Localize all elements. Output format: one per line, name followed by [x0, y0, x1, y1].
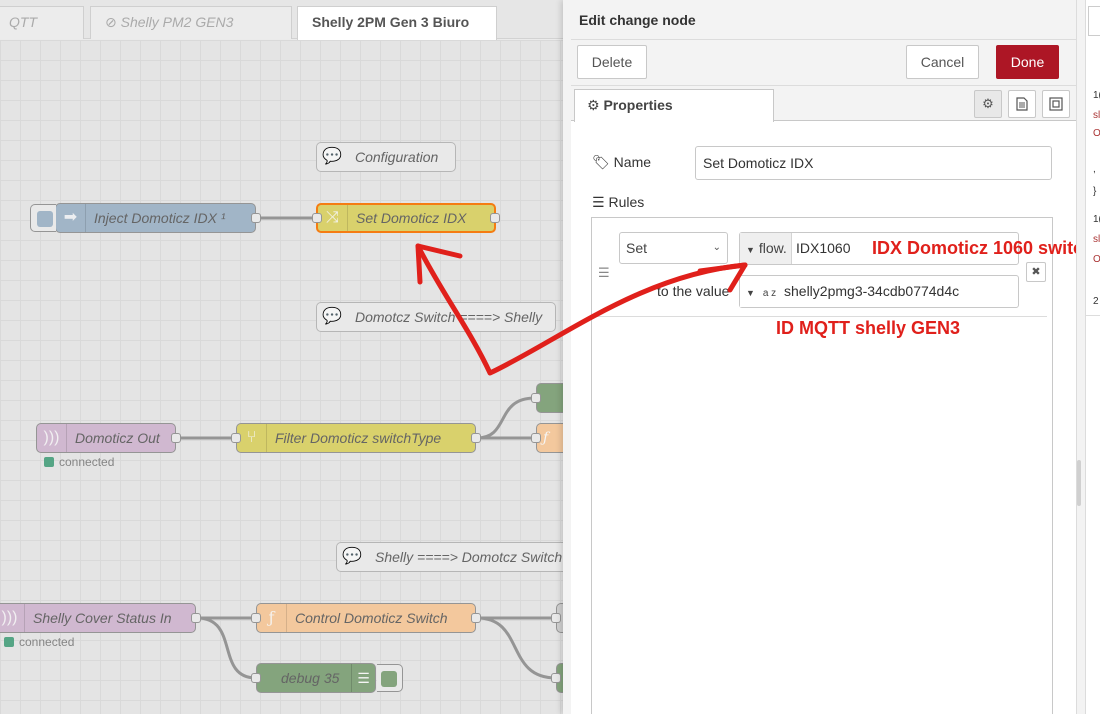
sidebar-resize-grip[interactable] [1077, 460, 1081, 506]
partial-node-debug[interactable] [531, 383, 563, 413]
input-port[interactable] [251, 613, 261, 623]
wire-filter-out1 [476, 396, 536, 440]
tray-tabs: ⚙ Properties ⚙ [571, 86, 1076, 122]
workspace: QTT ⊘ Shelly PM2 GEN3 Shelly 2PM Gen 3 B… [0, 0, 563, 714]
sidebar-tab[interactable] [1088, 6, 1100, 36]
tray-header: Edit change node [571, 0, 1076, 40]
output-port[interactable] [471, 613, 481, 623]
mqtt-icon: ))) [0, 604, 25, 632]
comment-icon: 💬 [322, 308, 342, 325]
delete-button[interactable]: Delete [577, 45, 647, 79]
mqtt-in-status: connected [44, 455, 114, 469]
caret-down-icon: ▼ [746, 245, 755, 255]
rule-divider [596, 316, 1047, 317]
to-value-label: to the value [657, 283, 730, 299]
rules-label: ☰ Rules [592, 194, 645, 210]
wire-control-out2 [476, 616, 557, 680]
mqtt-in-cover-node[interactable]: ))) Shelly Cover Status In [0, 603, 201, 633]
list-icon: ☰ [592, 194, 605, 210]
comment-configuration[interactable]: 💬 Configuration [316, 142, 456, 172]
tab-shelly-pm2[interactable]: ⊘ Shelly PM2 GEN3 [90, 6, 292, 39]
edit-tray: Edit change node Delete Cancel Done ⚙ Pr… [563, 0, 1094, 714]
function-icon: ƒ [543, 430, 549, 446]
wire-cover-debug [196, 616, 257, 680]
tag-icon: 🏷 [592, 154, 610, 170]
function-node-control[interactable]: ƒ Control Domoticz Switch [251, 603, 481, 633]
rule-value-input[interactable]: ▼ a z shelly2pmg3-34cdb0774d4c [739, 275, 1019, 308]
output-port[interactable] [490, 213, 500, 223]
input-port[interactable] [312, 213, 322, 223]
input-port[interactable] [231, 433, 241, 443]
mqtt-icon: ))) [37, 424, 67, 452]
tab-mqtt[interactable]: QTT [0, 6, 84, 39]
debug-toggle-icon [381, 671, 397, 687]
debug-node[interactable]: debug 35 ☰ [251, 663, 403, 693]
description-file-icon[interactable] [1008, 90, 1036, 118]
input-port[interactable] [551, 613, 561, 623]
comment-icon: 💬 [322, 148, 342, 165]
output-port[interactable] [171, 433, 181, 443]
rule-action-select[interactable]: Set ⌄ [619, 232, 728, 264]
remove-rule-button[interactable]: ✖ [1026, 262, 1046, 282]
input-port[interactable] [531, 393, 541, 403]
inject-button[interactable] [30, 204, 56, 232]
annotation-idx: IDX Domoticz 1060 switch [872, 238, 1095, 258]
cover-in-status: connected [4, 635, 74, 649]
partial-node-function[interactable]: ƒ [531, 423, 563, 453]
target-type-select[interactable]: ▼ flow. [740, 233, 792, 264]
frame-icon [1049, 97, 1063, 111]
value-type-select[interactable]: ▼ a z [740, 276, 778, 307]
function-icon: ƒ [257, 604, 287, 632]
partial-node[interactable] [551, 663, 563, 693]
name-input[interactable]: Set Domoticz IDX [695, 146, 1052, 180]
tray-title: Edit change node [579, 12, 696, 28]
chevron-down-icon: ⌄ [712, 242, 721, 253]
tab-shelly-2pm-biuro[interactable]: Shelly 2PM Gen 3 Biuro [297, 6, 497, 40]
comment-domoticz-to-shelly[interactable]: 💬 Domotcz Switch ====> Shelly [316, 302, 556, 332]
inject-arrow-icon: ➡ [56, 204, 86, 232]
inject-button-icon [37, 211, 53, 227]
tray-toolbar: Delete Cancel Done [571, 40, 1076, 86]
caret-down-icon: ▼ [746, 288, 755, 298]
debug-list-icon: ☰ [351, 664, 375, 692]
partial-node[interactable] [551, 603, 563, 633]
sidebar-divider [1086, 315, 1100, 316]
drag-handle-icon[interactable]: ☰ [598, 265, 610, 281]
output-port[interactable] [251, 213, 261, 223]
sidebar-panel: 1( sl O , } 1( sl O 2 [1085, 0, 1100, 714]
cancel-button[interactable]: Cancel [906, 45, 979, 79]
status-dot [4, 637, 14, 647]
comment-shelly-to-domoticz[interactable]: 💬 Shelly ====> Domotcz Switch [336, 542, 563, 572]
shuffle-icon: ⤨ [318, 205, 348, 231]
properties-gear-icon[interactable]: ⚙ [974, 90, 1002, 118]
switch-node-filter[interactable]: ⑂ Filter Domoticz switchType [231, 423, 481, 453]
annotation-mqtt: ID MQTT shelly GEN3 [776, 318, 961, 338]
status-dot [44, 457, 54, 467]
comment-icon: 💬 [342, 548, 362, 565]
right-sidebar: 1( sl O , } 1( sl O 2 [1076, 0, 1100, 714]
switch-icon: ⑂ [237, 424, 267, 452]
file-icon [1016, 97, 1028, 111]
appearance-frame-icon[interactable] [1042, 90, 1070, 118]
disabled-icon: ⊘ [105, 14, 121, 30]
flow-canvas[interactable]: 💬 Configuration 💬 Domotcz Switch ====> S… [0, 40, 563, 714]
workspace-tabs: QTT ⊘ Shelly PM2 GEN3 Shelly 2PM Gen 3 B… [0, 0, 563, 40]
done-button[interactable]: Done [996, 45, 1059, 79]
string-type-icon: a z [762, 288, 777, 299]
gear-icon: ⚙ [587, 97, 604, 113]
output-port[interactable] [191, 613, 201, 623]
tab-properties[interactable]: ⚙ Properties [574, 89, 774, 122]
rules-list: ☰ Set ⌄ ▼ flow. IDX1060 ✖ to the value ▼… [591, 217, 1053, 714]
change-node-set-idx[interactable]: ⤨ Set Domoticz IDX [312, 203, 500, 233]
output-port[interactable] [471, 433, 481, 443]
name-label: 🏷 Name [592, 154, 652, 170]
mqtt-in-node[interactable]: ))) Domoticz Out [36, 423, 181, 453]
input-port[interactable] [251, 673, 261, 683]
inject-node[interactable]: ➡ Inject Domoticz IDX ¹ [30, 203, 261, 233]
input-port[interactable] [531, 433, 541, 443]
debug-toggle-button[interactable] [377, 664, 403, 692]
input-port[interactable] [551, 673, 561, 683]
